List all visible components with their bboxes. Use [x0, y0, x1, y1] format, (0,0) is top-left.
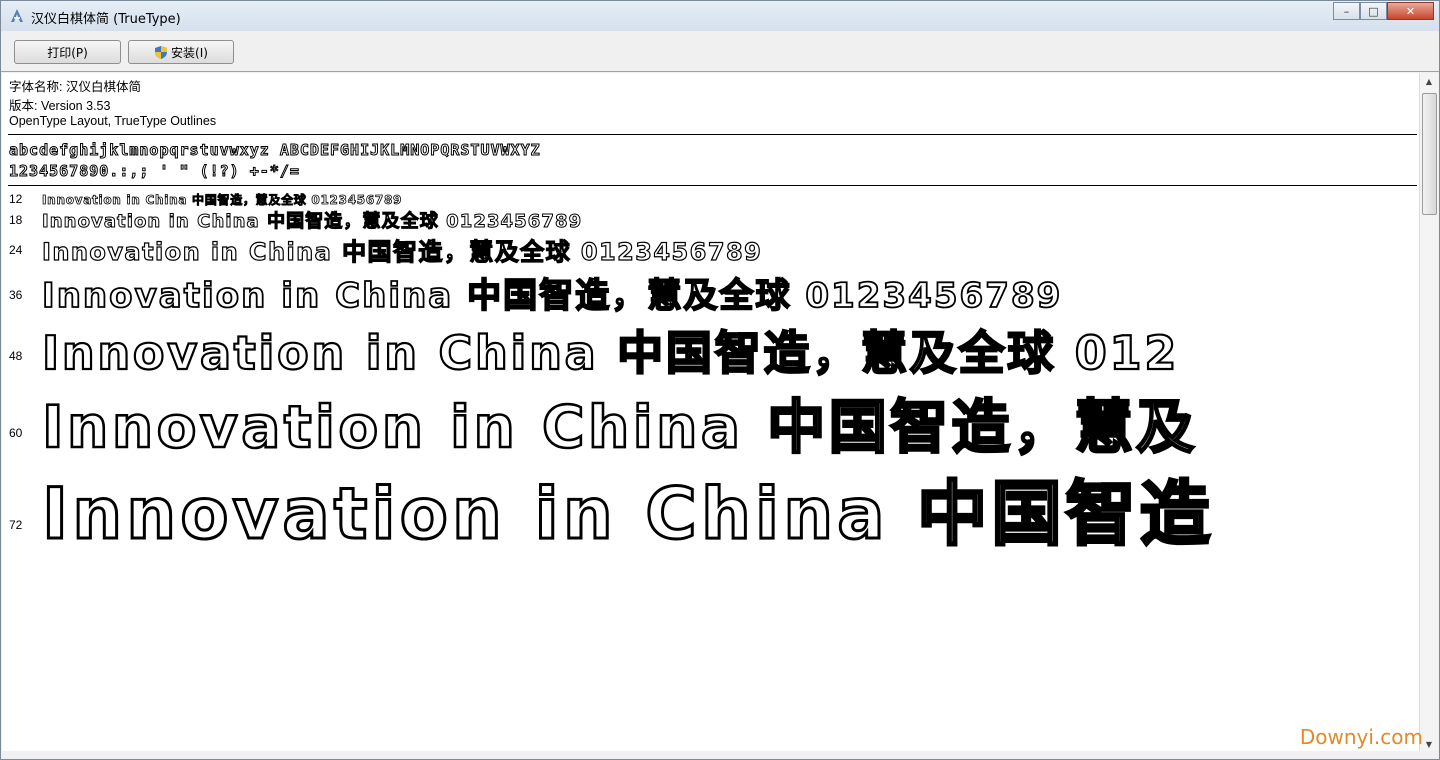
sample-text-12: Innovation in China 中国智造，慧及全球 0123456789 — [42, 193, 403, 208]
font-viewer-window: 汉仪白棋体简 (TrueType) – □ ✕ 打印(P) 安装(I) 字体名称… — [0, 0, 1440, 760]
watermark: Downyi.com — [1299, 725, 1423, 749]
sample-text-36: Innovation in China 中国智造，慧及全球 0123456789 — [41, 275, 1063, 317]
sample-text-72: Innovation in China 中国智造 — [40, 472, 1215, 557]
title-bar[interactable]: 汉仪白棋体简 (TrueType) – □ ✕ — [1, 1, 1439, 31]
font-type-line: OpenType Layout, TrueType Outlines — [9, 114, 217, 128]
scroll-up-icon[interactable]: ▲ — [1420, 73, 1438, 90]
divider — [8, 185, 1417, 186]
size-label: 12 — [9, 192, 23, 206]
sample-text-48: Innovation in China 中国智造，慧及全球 012 — [41, 325, 1180, 381]
install-button-label: 安装(I) — [171, 45, 208, 60]
minimize-button[interactable]: – — [1333, 2, 1360, 20]
sample-text-60: Innovation in China 中国智造，慧及 — [41, 392, 1198, 463]
uac-shield-icon — [155, 45, 168, 59]
scrollbar-thumb[interactable] — [1422, 93, 1437, 215]
size-label: 18 — [9, 213, 23, 227]
print-button-label: 打印(P) — [47, 45, 88, 60]
font-version-line: 版本: Version 3.53 — [9, 99, 111, 113]
vertical-scrollbar[interactable]: ▲ ▼ — [1419, 73, 1438, 753]
window-controls: – □ ✕ — [1333, 2, 1434, 22]
font-viewer-icon — [11, 9, 23, 22]
charset-line-symbols: 1234567890.:,; ' " (!?) +-*/= — [9, 162, 300, 181]
size-label: 72 — [9, 518, 23, 532]
print-button[interactable]: 打印(P) — [14, 40, 121, 64]
size-label: 60 — [9, 426, 23, 440]
font-preview-area[interactable]: 字体名称: 汉仪白棋体简 版本: Version 3.53 OpenType L… — [2, 73, 1421, 753]
divider — [8, 134, 1417, 135]
window-title: 汉仪白棋体简 (TrueType) — [31, 12, 181, 27]
size-label: 24 — [9, 243, 23, 257]
size-label: 36 — [9, 288, 23, 302]
maximize-button[interactable]: □ — [1360, 2, 1387, 20]
charset-line-letters: abcdefghijklmnopqrstuvwxyz ABCDEFGHIJKLM… — [9, 141, 541, 160]
window-bottom-border — [1, 751, 1439, 759]
install-button[interactable]: 安装(I) — [128, 40, 234, 64]
font-name-line: 字体名称: 汉仪白棋体简 — [9, 80, 141, 94]
toolbar: 打印(P) 安装(I) — [1, 31, 1439, 72]
sample-text-18: Innovation in China 中国智造，慧及全球 0123456789 — [41, 211, 583, 233]
close-button[interactable]: ✕ — [1387, 2, 1434, 20]
sample-text-24: Innovation in China 中国智造，慧及全球 0123456789 — [41, 237, 763, 266]
size-label: 48 — [9, 349, 23, 363]
